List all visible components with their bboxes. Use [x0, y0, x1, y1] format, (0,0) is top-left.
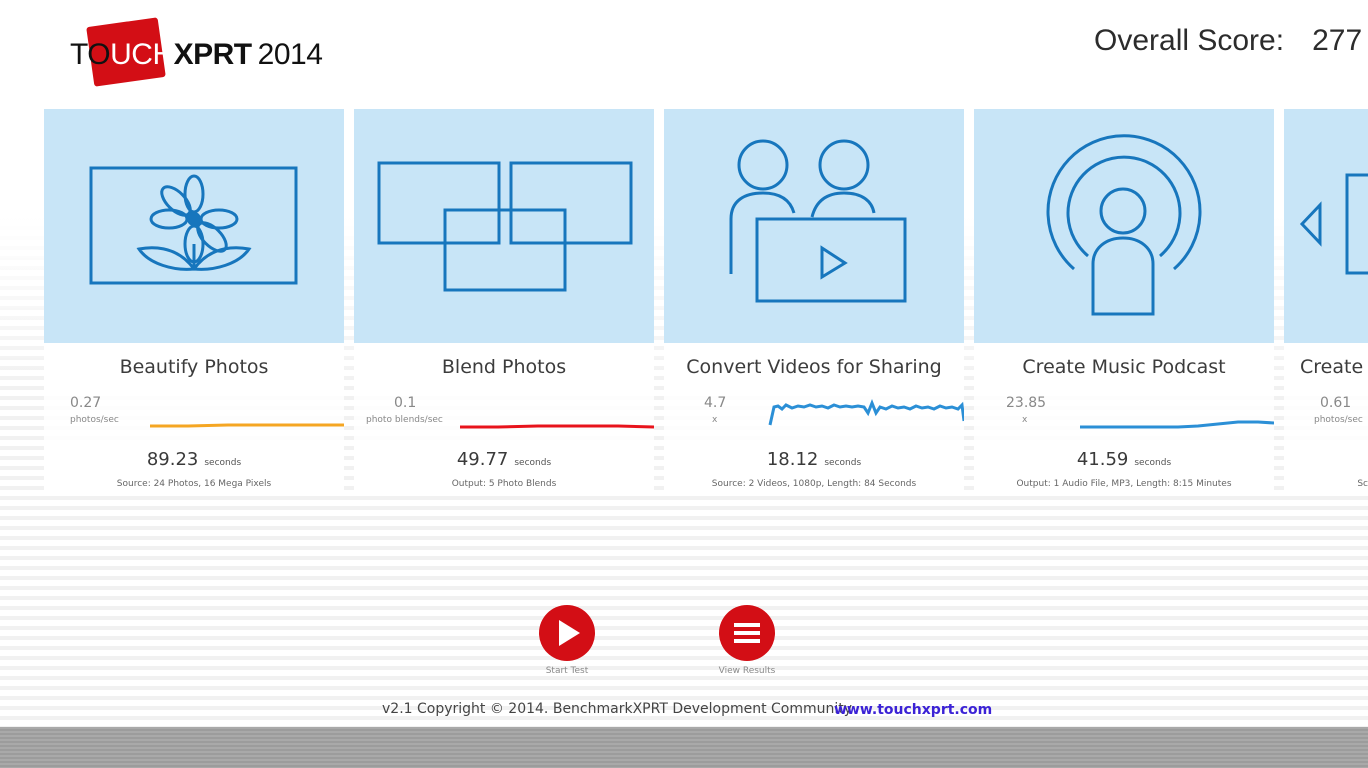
time-value: 49.77 [456, 449, 509, 470]
users-video-icon [729, 139, 907, 303]
tile-time: Sc [1284, 443, 1368, 493]
logo-touch-a: TO [70, 38, 111, 71]
overall-score-value: 277 [1312, 24, 1363, 57]
time-unit: seconds [204, 458, 242, 468]
website-link[interactable]: www.touchxprt.com [834, 702, 992, 718]
tile-create-slideshow[interactable]: Create S 0.61 photos/sec Sc [1284, 109, 1368, 494]
rate-value: 0.27 [70, 395, 102, 411]
start-test-button[interactable] [539, 605, 595, 661]
tile-beautify-photos[interactable]: Beautify Photos 0.27 photos/sec 89.23 sec… [44, 109, 344, 494]
rate-unit: photo blends/sec [366, 415, 443, 425]
rate-unit: photos/sec [70, 415, 119, 425]
logo-text: TOUCHXPRT 2014 [70, 38, 323, 72]
rate-unit: x [1022, 415, 1028, 425]
tile-title: Blend Photos [354, 343, 654, 391]
logo-year: 2014 [257, 38, 323, 71]
tile-title: Create S [1284, 343, 1368, 391]
blend-photos-icon [377, 161, 633, 292]
rate-unit: photos/sec [1314, 415, 1363, 425]
tile-rate: 0.1 photo blends/sec [354, 393, 654, 441]
tile-time: 49.77 seconds Output: 5 Photo Blends [354, 443, 654, 493]
time-value: 89.23 [146, 449, 199, 470]
logo-touch-b: UCH [110, 38, 174, 71]
logo-xprt: XPRT [173, 38, 253, 71]
tile-convert-videos[interactable]: Convert Videos for Sharing 4.7 x 18.12 se… [664, 109, 964, 494]
tile-source: Sc [1357, 479, 1368, 489]
time-value: 41.59 [1076, 449, 1129, 470]
tile-source: Source: 2 Videos, 1080p, Length: 84 Seco… [711, 479, 917, 489]
start-test-label[interactable]: Start Test [517, 666, 617, 676]
tile-rate: 0.61 photos/sec [1284, 393, 1368, 441]
time-unit: seconds [824, 458, 862, 468]
rate-graph [460, 424, 654, 429]
tile-source: Output: 1 Audio File, MP3, Length: 8:15 … [1016, 479, 1232, 489]
tile-rate: 4.7 x [664, 393, 964, 441]
tile-rate: 0.27 photos/sec [44, 393, 344, 441]
rate-value: 4.7 [704, 395, 727, 411]
app-logo: TOUCHXPRT 2014 [70, 17, 330, 87]
overall-score-label: Overall Score: [1094, 24, 1285, 57]
tile-image [354, 109, 654, 343]
rate-graph [150, 423, 344, 428]
tile-title: Convert Videos for Sharing [664, 343, 964, 391]
tile-image [974, 109, 1274, 343]
tile-blend-photos[interactable]: Blend Photos 0.1 photo blends/sec 49.77 s… [354, 109, 654, 494]
rate-value: 23.85 [1006, 395, 1047, 411]
podcast-icon [1046, 134, 1202, 316]
time-value: 18.12 [766, 449, 819, 470]
tile-image [664, 109, 964, 343]
rate-value: 0.61 [1320, 395, 1352, 411]
view-results-button[interactable] [719, 605, 775, 661]
tile-title: Beautify Photos [44, 343, 344, 391]
rate-value: 0.1 [394, 395, 417, 411]
bottom-bar [0, 727, 1368, 768]
tile-image [1284, 109, 1368, 343]
tile-create-music-podcast[interactable]: Create Music Podcast 23.85 x 41.59 second… [974, 109, 1274, 494]
time-unit: seconds [514, 458, 552, 468]
rate-graph [1080, 420, 1274, 429]
rate-unit: x [712, 415, 718, 425]
copyright-text: v2.1 Copyright © 2014. BenchmarkXPRT Dev… [382, 701, 853, 717]
rate-graph [768, 398, 964, 426]
time-unit: seconds [1134, 458, 1172, 468]
flower-photo-icon [89, 166, 298, 285]
tile-source: Output: 5 Photo Blends [451, 479, 557, 489]
tile-time: 18.12 seconds Source: 2 Videos, 1080p, Le… [664, 443, 964, 493]
tile-time: 89.23 seconds Source: 24 Photos, 16 Mega … [44, 443, 344, 493]
tile-rate: 23.85 x [974, 393, 1274, 441]
tile-source: Source: 24 Photos, 16 Mega Pixels [116, 479, 272, 489]
tile-time: 41.59 seconds Output: 1 Audio File, MP3, … [974, 443, 1274, 493]
tile-title: Create Music Podcast [974, 343, 1274, 391]
play-icon [559, 620, 580, 646]
view-results-label[interactable]: View Results [697, 666, 797, 676]
tile-image [44, 109, 344, 343]
overall-score: Overall Score: 277 [1094, 24, 1362, 58]
menu-icon [734, 623, 760, 643]
slideshow-icon [1299, 173, 1368, 275]
